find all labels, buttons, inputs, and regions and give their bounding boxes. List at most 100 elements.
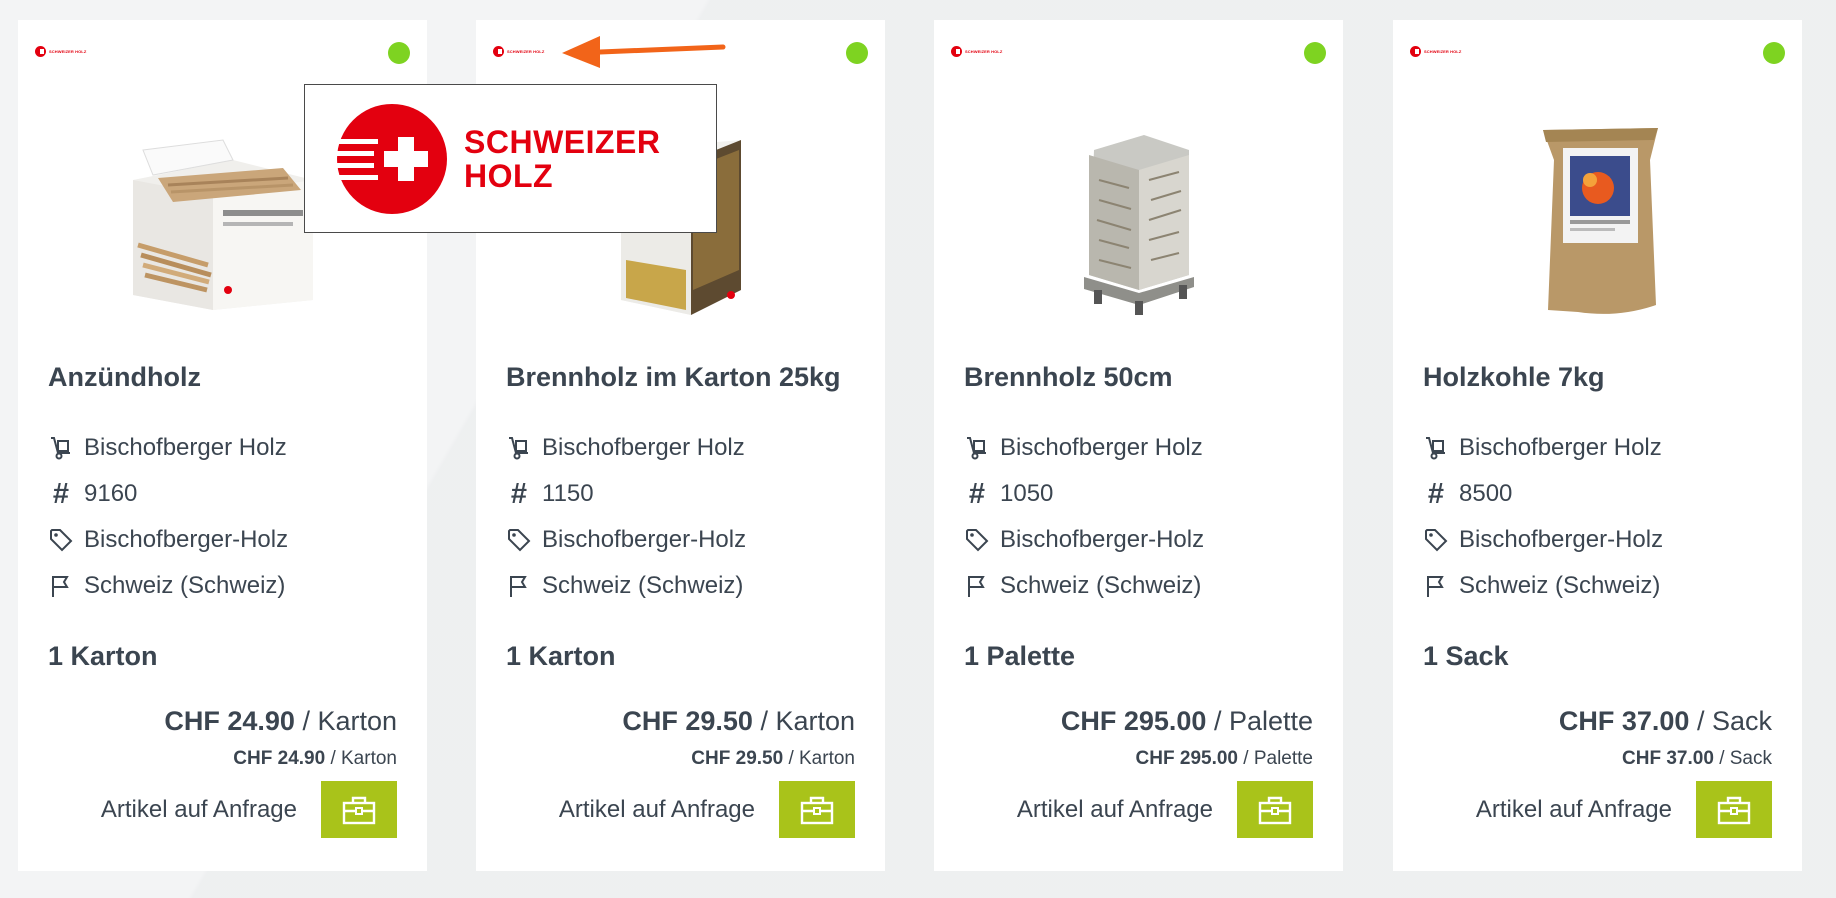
price-sub-value: CHF 29.50: [691, 748, 784, 769]
brand-logo-small: SCHWEIZER HOLZ: [951, 46, 1002, 57]
price-main: CHF 24.90 / Karton: [164, 706, 397, 737]
supplier-name: Bischofberger Holz: [84, 434, 287, 461]
brand-tag[interactable]: Bischofberger-Holz: [1000, 526, 1204, 554]
price-sub-unit: / Sack: [1719, 748, 1772, 769]
price-sub-value: CHF 24.90: [233, 748, 326, 769]
price-secondary: CHF 295.00 / Palette: [1136, 748, 1313, 770]
hand-truck-icon: [48, 435, 74, 461]
supplier-name: Bischofberger Holz: [1000, 434, 1203, 461]
price-value: CHF 29.50: [622, 706, 753, 736]
product-image[interactable]: [1478, 100, 1718, 340]
toolbox-icon: [800, 796, 834, 824]
hash-icon: #: [968, 478, 986, 510]
article-number-row: # 1150: [506, 471, 746, 517]
product-image[interactable]: [1019, 100, 1259, 340]
toolbox-icon: [1258, 796, 1292, 824]
request-label: Artikel auf Anfrage: [1475, 795, 1672, 823]
price-unit: / Karton: [760, 706, 855, 736]
availability-indicator: [1763, 42, 1785, 64]
product-meta: Bischofberger Holz # 1150 Bischofberger-…: [506, 425, 746, 609]
product-title[interactable]: Brennholz im Karton 25kg: [506, 362, 841, 393]
brand-logo-text: SCHWEIZER HOLZ: [965, 48, 1003, 54]
brand-tag[interactable]: Bischofberger-Holz: [542, 526, 746, 554]
request-row: Artikel auf Anfrage: [1476, 781, 1772, 838]
brand-tag[interactable]: Bischofberger-Holz: [1459, 526, 1663, 554]
hand-truck-icon: [1423, 435, 1449, 461]
article-number: 9160: [84, 480, 138, 507]
flag-icon: [964, 573, 990, 599]
article-number: 1050: [1000, 480, 1054, 507]
brand-tag[interactable]: Bischofberger-Holz: [84, 526, 288, 554]
product-title[interactable]: Brennholz 50cm: [964, 362, 1173, 393]
charcoal-sack-image: [1542, 128, 1658, 314]
product-card[interactable]: SCHWEIZER HOLZ Holzkohle 7kg Bischofberg…: [1393, 20, 1802, 871]
availability-indicator: [388, 42, 410, 64]
swiss-cross-icon: [35, 46, 46, 57]
tag-row: Bischofberger-Holz: [506, 517, 746, 563]
price-unit: / Karton: [302, 706, 397, 736]
request-label: Artikel auf Anfrage: [558, 795, 755, 823]
price-main: CHF 295.00 / Palette: [1061, 706, 1313, 737]
product-title[interactable]: Holzkohle 7kg: [1423, 362, 1605, 393]
price-main: CHF 37.00 / Sack: [1559, 706, 1772, 737]
flag-icon: [48, 573, 74, 599]
add-to-cart-button[interactable]: [779, 781, 855, 838]
price-main: CHF 29.50 / Karton: [622, 706, 855, 737]
add-to-cart-button[interactable]: [1237, 781, 1313, 838]
product-title[interactable]: Anzündholz: [48, 362, 201, 393]
price-unit: / Sack: [1696, 706, 1772, 736]
origin: Schweiz (Schweiz): [1459, 572, 1661, 599]
price-secondary: CHF 24.90 / Karton: [233, 748, 397, 770]
price-value: CHF 37.00: [1558, 706, 1690, 736]
request-row: Artikel auf Anfrage: [101, 781, 397, 838]
article-number: 1150: [542, 480, 594, 507]
price-value: CHF 24.90: [164, 706, 295, 736]
toolbox-icon: [342, 796, 376, 824]
supplier-row: Bischofberger Holz: [964, 425, 1204, 471]
price-secondary: CHF 29.50 / Karton: [691, 748, 855, 770]
request-label: Artikel auf Anfrage: [1016, 795, 1213, 823]
logo-wordmark: SCHWEIZER HOLZ: [464, 125, 661, 193]
request-label: Artikel auf Anfrage: [100, 795, 297, 823]
toolbox-icon: [1717, 796, 1751, 824]
hand-truck-icon: [506, 435, 532, 461]
origin: Schweiz (Schweiz): [542, 572, 744, 599]
packaging-unit: 1 Karton: [506, 641, 616, 671]
brand-logo-small: SCHWEIZER HOLZ: [1410, 46, 1461, 57]
brand-logo-text: SCHWEIZER HOLZ: [49, 48, 87, 54]
logo-line-2: HOLZ: [464, 157, 554, 194]
add-to-cart-button[interactable]: [1696, 781, 1772, 838]
supplier-row: Bischofberger Holz: [1423, 425, 1663, 471]
article-number: 8500: [1459, 480, 1513, 507]
price-sub-unit: / Karton: [788, 748, 855, 769]
logo-callout: SCHWEIZER HOLZ: [304, 84, 717, 233]
origin-row: Schweiz (Schweiz): [1423, 563, 1663, 609]
add-to-cart-button[interactable]: [321, 781, 397, 838]
price-sub-unit: / Palette: [1243, 748, 1313, 769]
hash-icon: #: [510, 478, 528, 510]
tag-icon: [48, 527, 74, 553]
tag-icon: [964, 527, 990, 553]
price-value: CHF 295.00: [1060, 706, 1207, 736]
article-number-row: # 9160: [48, 471, 288, 517]
kindling-box-image: [132, 139, 313, 310]
swiss-cross-icon: [493, 46, 504, 57]
tag-row: Bischofberger-Holz: [48, 517, 288, 563]
product-grid: SCHWEIZER HOLZ Anzündholz Bischofberger …: [0, 0, 1836, 898]
product-card[interactable]: SCHWEIZER HOLZ Brennholz 50cm Bischofber…: [934, 20, 1343, 871]
origin-row: Schweiz (Schweiz): [506, 563, 746, 609]
schweizer-holz-logo-icon: [336, 103, 447, 214]
annotation-arrow: [562, 36, 726, 68]
tag-row: Bischofberger-Holz: [1423, 517, 1663, 563]
tag-icon: [1423, 527, 1449, 553]
article-number-row: # 8500: [1423, 471, 1663, 517]
price-sub-value: CHF 295.00: [1135, 748, 1238, 769]
swiss-cross-icon: [951, 46, 962, 57]
firewood-pallet-image: [1083, 135, 1194, 315]
origin-row: Schweiz (Schweiz): [964, 563, 1204, 609]
supplier-name: Bischofberger Holz: [1459, 434, 1662, 461]
packaging-unit: 1 Karton: [48, 641, 158, 671]
product-meta: Bischofberger Holz # 1050 Bischofberger-…: [964, 425, 1204, 609]
packaging-unit: 1 Palette: [964, 641, 1076, 671]
product-meta: Bischofberger Holz # 8500 Bischofberger-…: [1423, 425, 1663, 609]
